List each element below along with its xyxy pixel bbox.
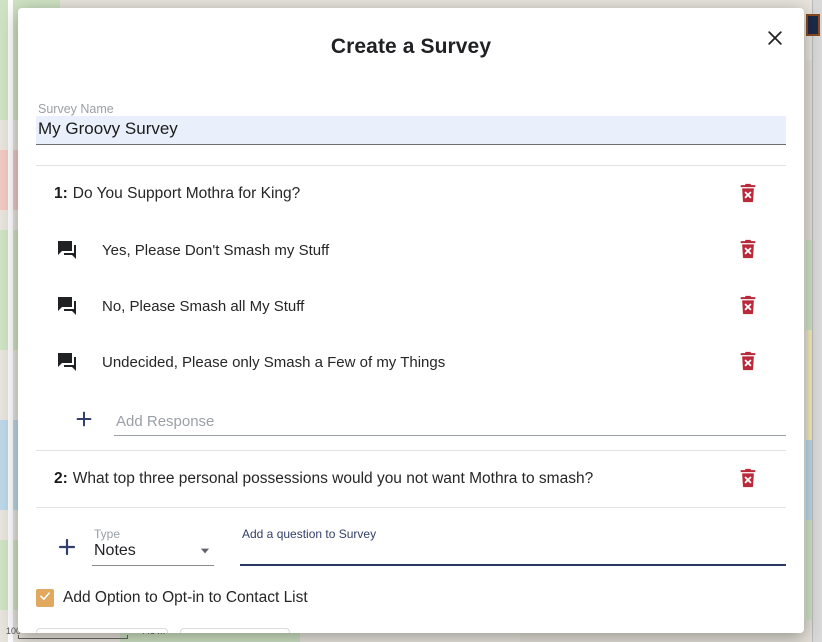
survey-name-input[interactable] — [36, 116, 786, 145]
delete-response-button[interactable] — [734, 292, 762, 320]
add-question-field: Add a question to Survey — [240, 527, 786, 566]
delete-icon — [737, 238, 759, 263]
add-response-row — [18, 390, 804, 436]
map-marker-chip — [806, 14, 820, 36]
delete-icon — [737, 294, 759, 319]
check-icon — [38, 589, 52, 608]
question-text: Do You Support Mothra for King? — [72, 185, 301, 202]
clear-form-button[interactable]: Clear Form — [179, 628, 291, 633]
survey-name-field: Survey Name — [36, 102, 786, 145]
dialog-actions: Create Survey Clear Form — [18, 628, 804, 633]
delete-icon — [737, 182, 759, 207]
add-response-input[interactable] — [114, 411, 786, 436]
optin-label: Add Option to Opt-in to Contact List — [63, 589, 308, 606]
plus-icon[interactable] — [54, 534, 80, 560]
chevron-down-icon — [198, 544, 212, 558]
page-title: Create a Survey — [330, 35, 492, 58]
delete-question-button[interactable] — [734, 180, 762, 208]
question-number: 1: — [54, 185, 68, 202]
question-type-select[interactable]: Type Notes — [92, 527, 214, 566]
question-row: 2: What top three personal possessions w… — [18, 451, 804, 507]
close-button[interactable] — [758, 22, 792, 56]
optin-row: Add Option to Opt-in to Contact List — [18, 576, 804, 620]
question-row: 1: Do You Support Mothra for King? — [18, 166, 804, 222]
question-type-control[interactable]: Notes — [92, 541, 214, 566]
add-question-input[interactable] — [240, 541, 786, 566]
add-question-row: Type Notes Add a question to Survey — [18, 508, 804, 566]
delete-icon — [737, 467, 759, 492]
forum-icon — [54, 237, 80, 263]
create-survey-button[interactable]: Create Survey — [36, 628, 168, 633]
question-type-value: Notes — [94, 542, 136, 559]
response-row: Undecided, Please only Smash a Few of my… — [18, 334, 804, 390]
add-question-label: Add a question to Survey — [242, 527, 377, 541]
create-survey-dialog: Create a Survey Survey Name 1: Do You Su… — [18, 8, 804, 633]
survey-name-label: Survey Name — [38, 102, 114, 116]
close-icon — [765, 28, 785, 51]
delete-question-button[interactable] — [734, 465, 762, 493]
delete-response-button[interactable] — [734, 348, 762, 376]
question-type-label: Type — [94, 527, 121, 541]
delete-response-button[interactable] — [734, 236, 762, 264]
response-text: No, Please Smash all My Stuff — [102, 297, 305, 315]
forum-icon — [54, 293, 80, 319]
response-row: No, Please Smash all My Stuff — [18, 278, 804, 334]
response-text: Yes, Please Don't Smash my Stuff — [102, 241, 330, 259]
forum-icon — [54, 349, 80, 375]
delete-icon — [737, 350, 759, 375]
question-text: What top three personal possessions woul… — [72, 470, 594, 487]
questions-list: 1: Do You Support Mothra for King? Yes, … — [18, 165, 804, 508]
question-number: 2: — [54, 470, 68, 487]
response-row: Yes, Please Don't Smash my Stuff — [18, 222, 804, 278]
map-scale-bar — [18, 635, 128, 639]
optin-checkbox[interactable] — [36, 589, 54, 607]
map-side-panel — [812, 0, 822, 642]
plus-icon[interactable] — [72, 407, 96, 431]
response-text: Undecided, Please only Smash a Few of my… — [102, 353, 446, 371]
